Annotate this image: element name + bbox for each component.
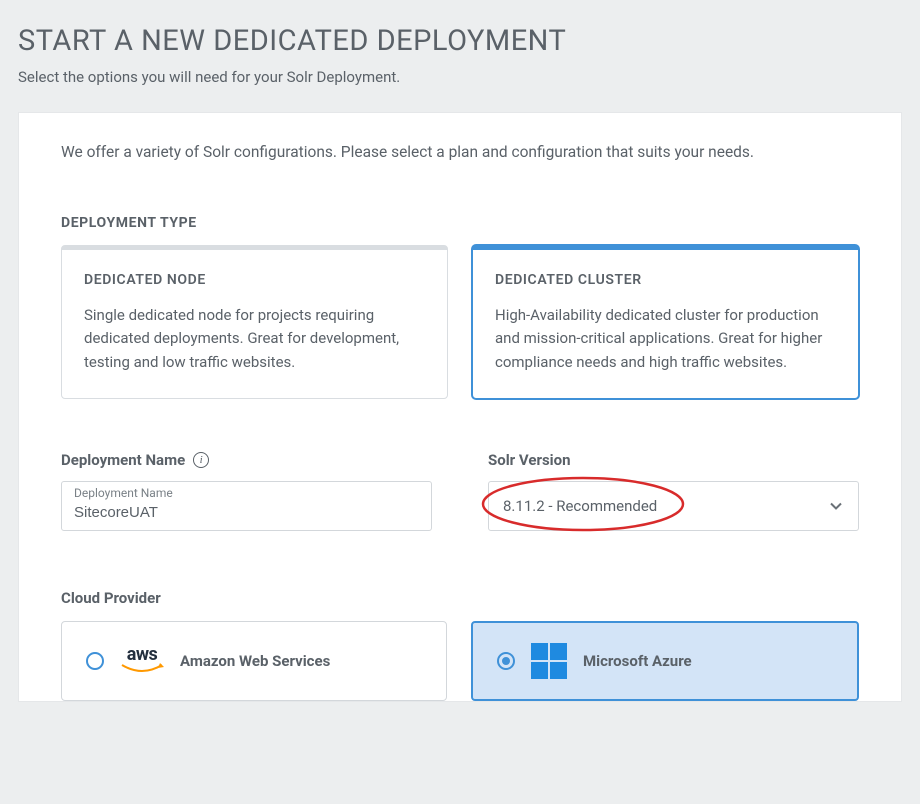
radio-icon — [86, 652, 104, 670]
type-option-dedicated-cluster[interactable]: DEDICATED CLUSTER High-Availability dedi… — [472, 245, 859, 399]
page-title: START A NEW DEDICATED DEPLOYMENT — [18, 24, 902, 58]
page-subtitle: Select the options you will need for you… — [18, 68, 902, 86]
type-option-desc: High-Availability dedicated cluster for … — [495, 304, 836, 374]
info-icon[interactable]: i — [193, 452, 209, 468]
provider-label: Amazon Web Services — [180, 652, 330, 670]
solr-version-label: Solr Version — [488, 451, 571, 469]
intro-text: We offer a variety of Solr configuration… — [61, 143, 859, 161]
aws-logo-icon: aws — [120, 646, 164, 675]
deployment-name-input[interactable] — [62, 482, 431, 530]
provider-label: Microsoft Azure — [583, 652, 692, 670]
form-card: We offer a variety of Solr configuration… — [18, 112, 902, 702]
solr-version-select[interactable]: 8.11.2 - Recommended — [488, 481, 859, 531]
type-option-title: DEDICATED NODE — [84, 272, 425, 288]
deployment-type-label: DEPLOYMENT TYPE — [61, 215, 859, 231]
solr-version-value: 8.11.2 - Recommended — [503, 497, 828, 515]
type-option-title: DEDICATED CLUSTER — [495, 272, 836, 288]
radio-icon — [497, 652, 515, 670]
cloud-provider-label: Cloud Provider — [61, 589, 161, 607]
type-option-dedicated-node[interactable]: DEDICATED NODE Single dedicated node for… — [61, 245, 448, 399]
deployment-name-label: Deployment Name — [61, 451, 185, 469]
deployment-name-field[interactable]: Deployment Name — [61, 481, 432, 531]
azure-logo-icon — [531, 643, 567, 679]
type-option-desc: Single dedicated node for projects requi… — [84, 304, 425, 374]
chevron-down-icon — [828, 498, 844, 514]
provider-option-azure[interactable]: Microsoft Azure — [471, 621, 859, 701]
provider-option-aws[interactable]: aws Amazon Web Services — [61, 621, 447, 701]
